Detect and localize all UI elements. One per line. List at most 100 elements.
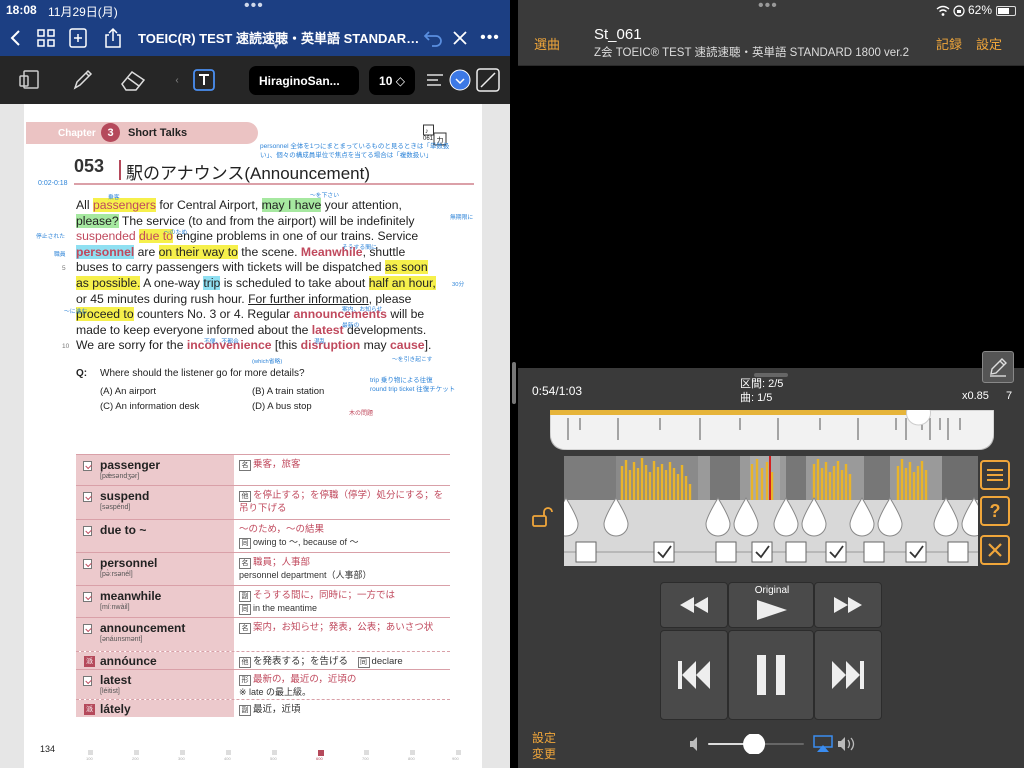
- passage-line: as possible. A one-way trip is scheduled…: [76, 275, 436, 290]
- split-view-divider[interactable]: [510, 0, 518, 768]
- segment-checkbox[interactable]: [905, 541, 927, 563]
- vocab-word: personnel: [100, 556, 158, 570]
- vocab-derivative: 派 látely 副最近，近頃: [76, 699, 450, 717]
- line-style-icon[interactable]: [475, 66, 501, 94]
- pause-icon: [757, 655, 785, 695]
- select-song-button[interactable]: 選曲: [534, 34, 560, 53]
- pen-icon[interactable]: [68, 66, 96, 94]
- segment-drop-marker[interactable]: [849, 497, 875, 537]
- fast-forward-button[interactable]: [814, 582, 882, 628]
- title-chevron-down-icon[interactable]: ▼: [272, 42, 280, 51]
- previous-track-button[interactable]: [660, 630, 728, 720]
- segment-drop-marker[interactable]: [877, 497, 903, 537]
- eraser-icon[interactable]: [116, 66, 150, 94]
- align-left-icon[interactable]: [424, 66, 446, 94]
- segment-drop-marker[interactable]: [733, 497, 759, 537]
- add-page-icon[interactable]: [66, 26, 90, 50]
- multitask-dots[interactable]: •••: [758, 0, 778, 15]
- segment-markers[interactable]: [564, 497, 978, 537]
- battery-icon: [996, 6, 1016, 16]
- unlock-icon[interactable]: [530, 505, 554, 534]
- option-d: (D) A bus stop: [252, 401, 312, 412]
- checkbox-icon[interactable]: [83, 526, 92, 536]
- annotation: 不便、不都合: [204, 339, 239, 345]
- font-size-picker[interactable]: 10 ◇: [369, 66, 415, 95]
- vocab-def: 形最新の，最近の，近頃の ※ late の最上級。: [239, 674, 357, 697]
- status-bar: 18:08 11月29日(月) •••: [0, 0, 510, 22]
- vocab-row: due to ~ 〜のため，〜の結果同 owing to 〜, because o…: [76, 519, 450, 552]
- back-chevron-icon[interactable]: [4, 26, 28, 50]
- hamburger-icon: [987, 469, 1003, 481]
- airplay-icon[interactable]: [813, 735, 833, 752]
- track-name: St_061: [594, 26, 642, 43]
- checkbox-icon[interactable]: [83, 624, 92, 634]
- checkbox-icon[interactable]: [83, 676, 92, 686]
- volume-low-icon: [690, 737, 697, 751]
- segment-drop-marker[interactable]: [564, 497, 579, 537]
- help-button[interactable]: ?: [980, 496, 1010, 526]
- checkbox-icon[interactable]: [83, 461, 92, 471]
- segment-checkbox[interactable]: [947, 541, 969, 563]
- question-label: Q:: [76, 368, 88, 379]
- segment-checkbox[interactable]: [751, 541, 773, 563]
- next-track-button[interactable]: [814, 630, 882, 720]
- edit-pencil-button[interactable]: [982, 351, 1014, 383]
- segment-drop-marker[interactable]: [961, 497, 978, 537]
- track-subtitle: Z会 TOEIC® TEST 速読速聴・英単語 STANDARD 1800 ve…: [594, 47, 909, 59]
- segment-checkbox[interactable]: [785, 541, 807, 563]
- segment-drop-marker[interactable]: [801, 497, 827, 537]
- segment-drop-marker[interactable]: [933, 497, 959, 537]
- segment-checkbox[interactable]: [715, 541, 737, 563]
- volume-control[interactable]: [688, 734, 858, 754]
- font-family-picker[interactable]: HiraginoSan...: [249, 66, 359, 95]
- reader-mode-icon[interactable]: [16, 66, 44, 94]
- chapter-number: 3: [101, 123, 120, 142]
- rewind-button[interactable]: [660, 582, 728, 628]
- playback-speed[interactable]: x0.85: [962, 390, 989, 402]
- close-segment-button[interactable]: [980, 535, 1010, 565]
- annotation: 〜に進む: [64, 309, 88, 315]
- annotation: 30分: [452, 282, 465, 288]
- divider-handle[interactable]: [512, 362, 516, 404]
- segment-drop-marker[interactable]: [773, 497, 799, 537]
- toolbar-separator: ‹: [175, 74, 179, 86]
- svg-text:♪: ♪: [425, 128, 429, 135]
- volume-knob[interactable]: [743, 734, 766, 754]
- segment-editor[interactable]: [564, 456, 978, 566]
- segment-checkbox[interactable]: [575, 541, 597, 563]
- segment-drop-marker[interactable]: [603, 497, 629, 537]
- text-tool-icon[interactable]: [191, 66, 217, 94]
- record-button[interactable]: 記録: [936, 34, 962, 53]
- share-icon[interactable]: [101, 26, 125, 50]
- handwritten-note-personnel: personnel 全体を1つにまとまっているものと見るときは「単数扱い」、個々…: [260, 143, 450, 159]
- close-icon[interactable]: [448, 26, 472, 50]
- option-b: (B) A train station: [252, 386, 325, 397]
- segment-checkbox[interactable]: [653, 541, 675, 563]
- vocab-def: 他を発表する；を告げる 同 declare: [239, 655, 449, 668]
- more-icon[interactable]: •••: [478, 26, 502, 50]
- page-scrubber[interactable]: 100 200 300 400 500 600 700 800 900: [84, 750, 464, 761]
- list-menu-button[interactable]: [980, 460, 1010, 490]
- volume-high-icon: [838, 737, 855, 751]
- grid-view-icon[interactable]: [34, 26, 58, 50]
- pause-button[interactable]: [728, 630, 814, 720]
- seek-bar[interactable]: [550, 410, 994, 450]
- rewind-icon: [680, 597, 708, 613]
- settings-button[interactable]: 設定: [976, 34, 1002, 53]
- color-picker-icon[interactable]: [449, 66, 471, 94]
- segment-drop-marker[interactable]: [705, 497, 731, 537]
- checkbox-icon[interactable]: [83, 592, 92, 602]
- change-settings-button[interactable]: 設定 変更: [532, 730, 556, 762]
- checkbox-icon[interactable]: [83, 492, 92, 502]
- passage-line: made to keep everyone informed about the…: [76, 322, 427, 337]
- segment-checkbox[interactable]: [863, 541, 885, 563]
- multitask-dots[interactable]: •••: [244, 0, 264, 15]
- undo-icon[interactable]: [421, 26, 445, 50]
- annotation: 混乱: [314, 339, 326, 345]
- unit-rule: [74, 183, 474, 185]
- annotation: (which省略): [252, 359, 283, 365]
- checkbox-icon[interactable]: [83, 559, 92, 569]
- segment-checkbox[interactable]: [825, 541, 847, 563]
- annotation: 乗客: [108, 195, 120, 201]
- pdf-page[interactable]: Chapter 3 Short Talks ♪ カ 061 personnel 全…: [24, 104, 482, 768]
